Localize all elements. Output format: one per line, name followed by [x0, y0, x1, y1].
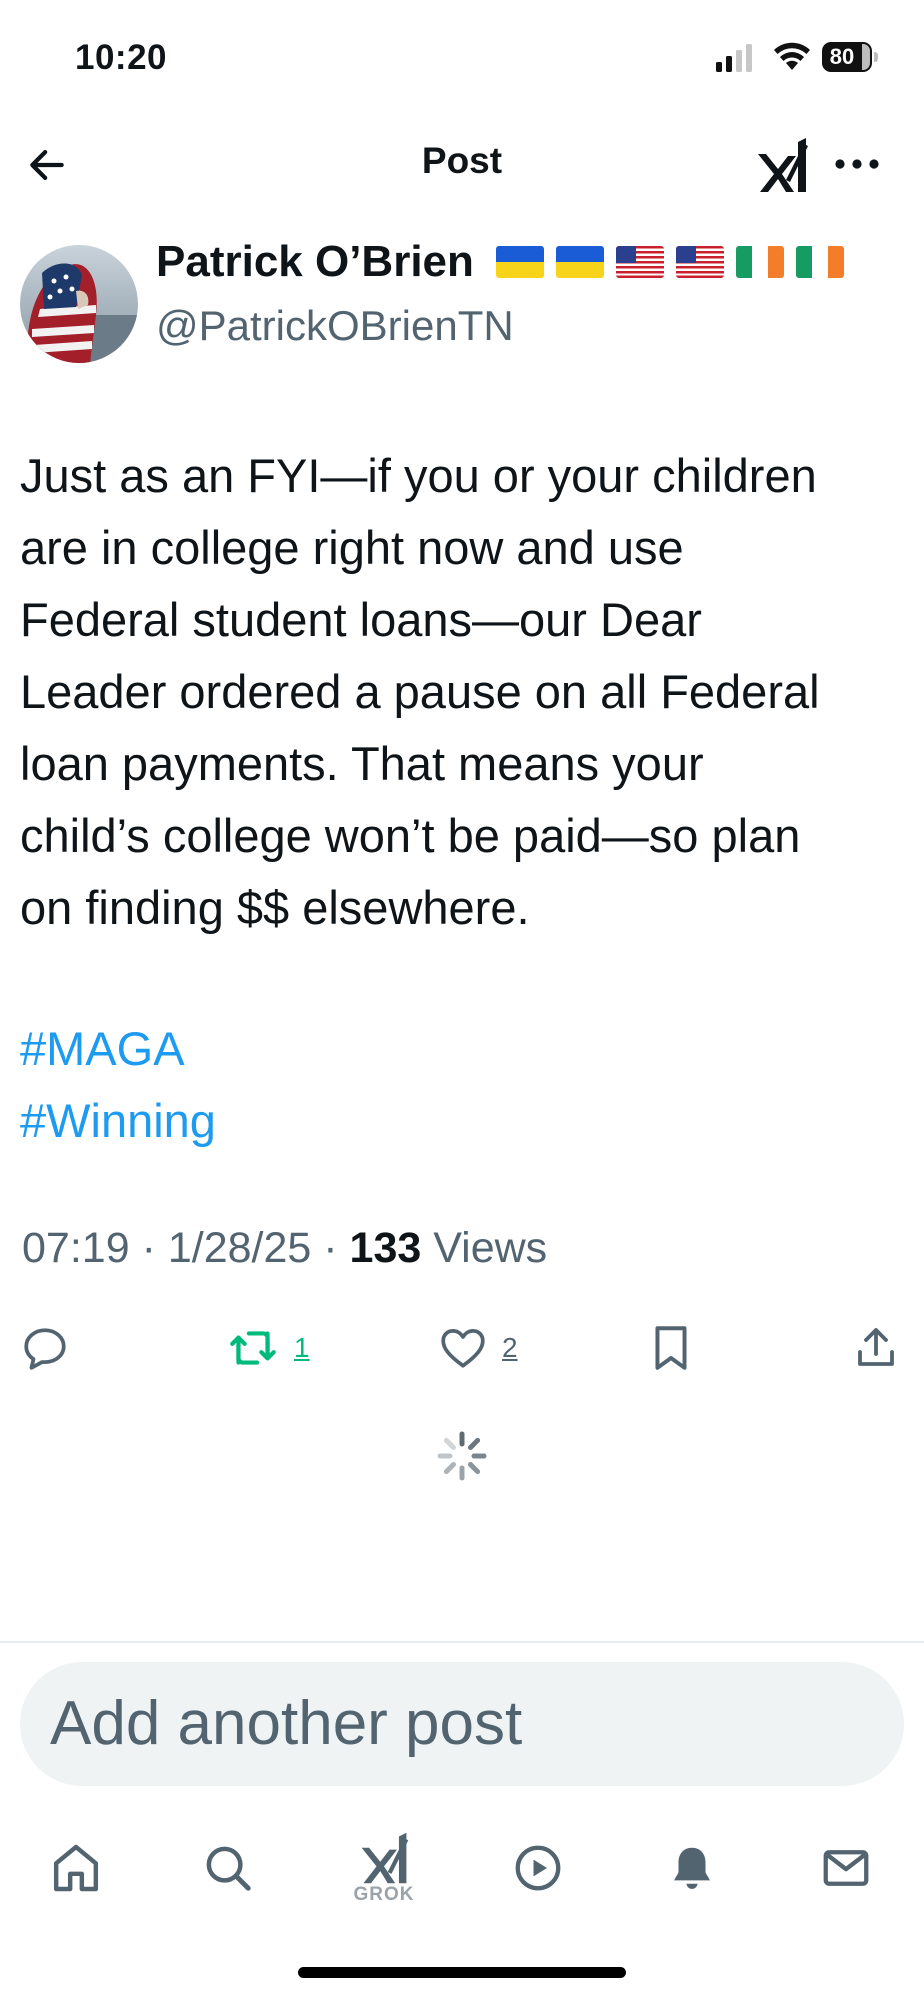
- home-indicator: [298, 1967, 626, 1978]
- grok-icon[interactable]: [752, 136, 812, 194]
- heart-icon: [441, 1329, 485, 1368]
- like-button[interactable]: 2: [438, 1320, 518, 1376]
- bookmark-icon: [655, 1326, 687, 1370]
- us-flag-icon: [675, 246, 724, 278]
- grok-icon: [361, 1832, 409, 1884]
- post-text-line: loan payments. That means your: [20, 737, 704, 790]
- back-button[interactable]: [22, 140, 72, 190]
- post-text-line: are in college right now and use: [20, 521, 684, 574]
- post-meta: 07:19 · 1/28/25 · 133 Views: [22, 1224, 547, 1273]
- reply-icon: [24, 1328, 66, 1370]
- bell-icon: [674, 1847, 710, 1889]
- name-flags: [495, 246, 844, 278]
- compose-bar[interactable]: [20, 1662, 904, 1786]
- home-icon: [53, 1844, 99, 1892]
- meta-separator: ·: [323, 1224, 338, 1272]
- grok-tab-label: GROK: [353, 1884, 415, 1905]
- tab-grok[interactable]: GROK: [344, 1818, 424, 1918]
- bookmark-button[interactable]: [648, 1320, 694, 1376]
- views-count: 133: [349, 1224, 422, 1272]
- hashtag-link[interactable]: #Winning: [20, 1085, 216, 1157]
- post-text-line: Leader ordered a pause on all Federal: [20, 665, 820, 718]
- tab-home[interactable]: [36, 1828, 116, 1908]
- search-icon: [206, 1846, 251, 1891]
- share-button[interactable]: [852, 1320, 900, 1376]
- status-time: 10:20: [75, 38, 168, 77]
- add-post-input[interactable]: [50, 1662, 870, 1786]
- post-text-line: Federal student loans—our Dear: [20, 593, 702, 646]
- share-icon: [858, 1328, 894, 1366]
- play-icon: [515, 1845, 561, 1891]
- ukraine-flag-icon: [495, 246, 544, 278]
- repost-icon: [230, 1331, 276, 1365]
- ireland-flag-icon: [735, 246, 784, 278]
- author-name-row[interactable]: Patrick O’Brien: [156, 237, 844, 287]
- loading-spinner-icon: [437, 1431, 487, 1481]
- tab-notifications[interactable]: [652, 1828, 732, 1908]
- tab-video[interactable]: [498, 1828, 578, 1908]
- post-date[interactable]: 1/28/25: [168, 1224, 311, 1272]
- more-horizontal-icon: [835, 159, 879, 169]
- us-flag-icon: [615, 246, 664, 278]
- views-label: Views: [433, 1224, 548, 1272]
- post-text: Just as an FYI—if you or your children a…: [20, 440, 910, 944]
- author-display-name: Patrick O’Brien: [156, 237, 474, 286]
- tab-search[interactable]: [188, 1828, 268, 1908]
- divider: [0, 1641, 924, 1643]
- battery-level: 80: [829, 44, 855, 69]
- avatar-image: [20, 245, 138, 363]
- ireland-flag-icon: [795, 246, 844, 278]
- battery-indicator: 80: [822, 42, 878, 72]
- like-count: 2: [502, 1332, 518, 1363]
- post-text-line: child’s college won’t be paid—so plan: [20, 809, 801, 862]
- more-button[interactable]: [830, 146, 884, 182]
- avatar[interactable]: [20, 245, 138, 363]
- hashtag-link[interactable]: #MAGA: [20, 1013, 216, 1085]
- author-handle[interactable]: @PatrickOBrienTN: [156, 302, 514, 350]
- post-text-line: on finding $$ elsewhere.: [20, 881, 530, 934]
- mail-icon: [823, 1850, 869, 1886]
- arrow-left-icon: [30, 150, 64, 180]
- post-text-line: Just as an FYI—if you or your children: [20, 449, 817, 502]
- repost-count: 1: [294, 1332, 310, 1363]
- wifi-icon: [774, 42, 810, 70]
- tab-messages[interactable]: [806, 1828, 886, 1908]
- meta-separator: ·: [141, 1224, 156, 1272]
- repost-button[interactable]: 1: [226, 1320, 310, 1376]
- signal-icon: [716, 44, 752, 72]
- hashtags: #MAGA #Winning: [20, 1013, 216, 1157]
- post-time[interactable]: 07:19: [22, 1224, 130, 1272]
- ukraine-flag-icon: [555, 246, 604, 278]
- reply-button[interactable]: [20, 1320, 70, 1376]
